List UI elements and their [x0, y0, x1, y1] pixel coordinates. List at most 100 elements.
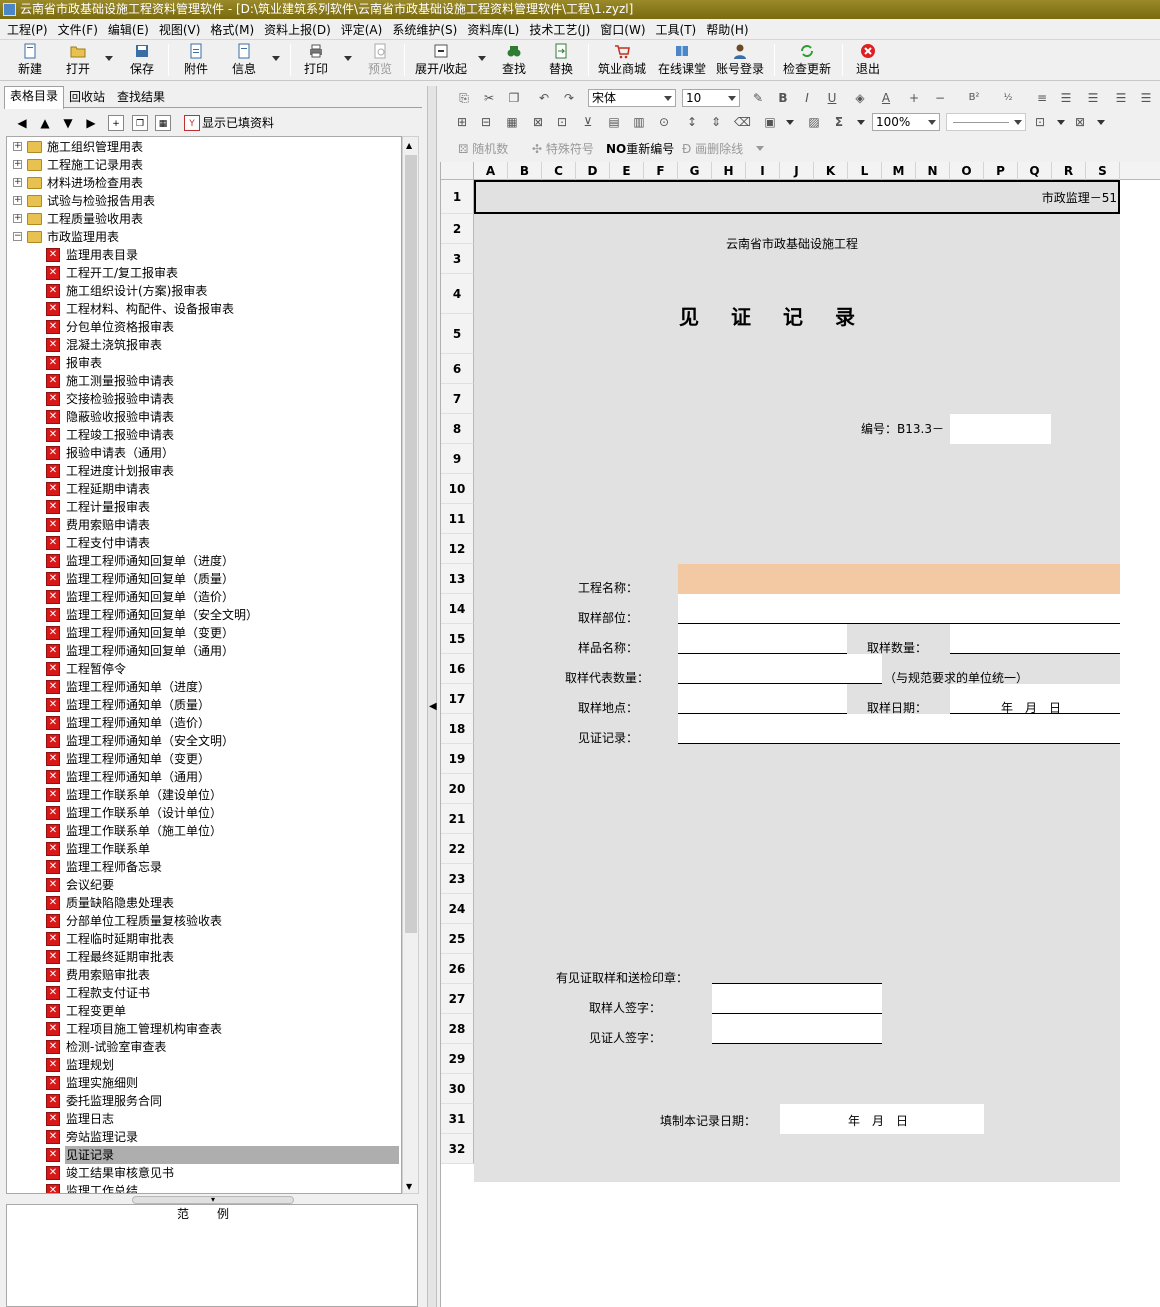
row-height-icon[interactable]: ↕ — [684, 114, 700, 130]
paste-icon[interactable]: ⎘ — [456, 90, 472, 106]
expand-icon[interactable]: + — [13, 196, 22, 205]
scroll-down-icon[interactable]: ▼ — [406, 1182, 412, 1191]
tree-item[interactable]: ✕ 监理日志 — [7, 1110, 399, 1128]
row-header[interactable]: 32 — [441, 1134, 474, 1164]
redo-icon[interactable]: ↷ — [561, 90, 577, 106]
arrow-right-icon[interactable]: ▶ — [83, 115, 99, 131]
check-update-button[interactable]: 检查更新 — [781, 43, 833, 79]
online-class-button[interactable]: 在线课堂 — [656, 43, 708, 79]
tree-item[interactable]: ✕ 工程支付申请表 — [7, 534, 399, 552]
print-dropdown-icon[interactable] — [344, 56, 352, 61]
tab-recycle-bin[interactable]: 回收站 — [64, 88, 110, 108]
column-header[interactable]: O — [950, 162, 984, 180]
info-dropdown-icon[interactable] — [272, 56, 280, 61]
brush-icon[interactable]: ✎ — [750, 90, 766, 106]
menu-item[interactable]: 评定(A) — [336, 21, 388, 38]
attach-button[interactable]: 附件 — [180, 43, 212, 79]
row-header[interactable]: 31 — [441, 1104, 474, 1134]
row-header[interactable]: 18 — [441, 714, 474, 744]
tree-item[interactable]: ✕ 监理工作联系单 — [7, 840, 399, 858]
row-header[interactable]: 20 — [441, 774, 474, 804]
tree-item[interactable]: ✕ 监理工程师通知单（安全文明） — [7, 732, 399, 750]
column-header[interactable]: C — [542, 162, 576, 180]
sample-name-input[interactable] — [678, 624, 847, 654]
rep-qty-input[interactable] — [678, 654, 882, 684]
row-header[interactable]: 13 — [441, 564, 474, 594]
column-header[interactable]: P — [984, 162, 1018, 180]
justify-icon[interactable]: ☰ — [1138, 90, 1154, 106]
strike-dropdown-icon[interactable] — [756, 146, 764, 151]
mall-button[interactable]: 筑业商城 — [596, 43, 648, 79]
row-header[interactable]: 6 — [441, 354, 474, 384]
tree-item[interactable]: ✕ 监理工作联系单（施工单位） — [7, 822, 399, 840]
column-header[interactable]: Q — [1018, 162, 1052, 180]
underline-icon[interactable]: U — [824, 90, 840, 106]
sample-qty-input[interactable] — [950, 624, 1120, 654]
row-header[interactable]: 4 — [441, 274, 474, 314]
cut-icon[interactable]: ✂ — [481, 90, 497, 106]
row-header[interactable]: 30 — [441, 1074, 474, 1104]
column-header[interactable]: D — [576, 162, 610, 180]
delete-row-icon[interactable]: − — [932, 90, 948, 106]
align-center-icon[interactable]: ☰ — [1085, 90, 1101, 106]
tree-item[interactable]: ✕ 工程临时延期审批表 — [7, 930, 399, 948]
delete-col-icon[interactable]: ⊡ — [554, 114, 570, 130]
tree-item[interactable]: ✕ 分部单位工程质量复核验收表 — [7, 912, 399, 930]
col-width-icon[interactable]: ⇕ — [708, 114, 724, 130]
collapse-icon[interactable]: − — [13, 232, 22, 241]
panel-divider[interactable]: ◀ — [427, 86, 437, 1307]
menu-item[interactable]: 系统维护(S) — [387, 21, 462, 38]
sampler-sign-input[interactable] — [712, 984, 882, 1014]
tree-item[interactable]: ✕ 监理工程师通知回复单（变更） — [7, 624, 399, 642]
tree-item[interactable]: ✕ 监理用表目录 — [7, 246, 399, 264]
tree-item[interactable]: ✕ 旁站监理记录 — [7, 1128, 399, 1146]
tree-item[interactable]: ✕ 监理实施细则 — [7, 1074, 399, 1092]
sheet-corner[interactable] — [441, 162, 474, 180]
font-select[interactable]: 宋体 — [588, 89, 676, 107]
row-header[interactable]: 29 — [441, 1044, 474, 1074]
bold-icon[interactable]: B — [775, 90, 791, 106]
column-header[interactable]: I — [746, 162, 780, 180]
menu-item[interactable]: 文件(F) — [53, 21, 103, 38]
column-header[interactable]: E — [610, 162, 644, 180]
project-name-input[interactable] — [678, 564, 1120, 594]
preview-button[interactable]: 预览 — [364, 43, 396, 79]
special-symbol-button[interactable]: ✣ 特殊符号 — [532, 140, 594, 157]
row-header[interactable]: 22 — [441, 834, 474, 864]
table-view-icon[interactable]: ▦ — [155, 115, 171, 131]
add-table-icon[interactable]: + — [108, 115, 124, 131]
column-header[interactable]: B — [508, 162, 542, 180]
tree-item[interactable]: ✕ 工程款支付证书 — [7, 984, 399, 1002]
tree-item[interactable]: ✕ 监理工程师通知单（造价） — [7, 714, 399, 732]
panel-splitter[interactable]: ▾ — [132, 1196, 294, 1204]
sum-icon[interactable]: Σ — [831, 114, 847, 130]
copy-table-icon[interactable]: ❐ — [132, 115, 148, 131]
tree-item[interactable]: ✕ 会议纪要 — [7, 876, 399, 894]
tree-item[interactable]: ✕ 工程延期申请表 — [7, 480, 399, 498]
expand-dropdown-icon[interactable] — [478, 56, 486, 61]
expand-collapse-button[interactable]: 展开/收起 — [412, 43, 470, 79]
tree-item[interactable]: ✕ 施工测量报验申请表 — [7, 372, 399, 390]
login-button[interactable]: 账号登录 — [714, 43, 766, 79]
tree-item[interactable]: ✕ 工程变更单 — [7, 1002, 399, 1020]
tree-item[interactable]: ✕ 监理工作总结 — [7, 1182, 399, 1193]
menu-item[interactable]: 工程(P) — [2, 21, 53, 38]
collapse-arrow-icon[interactable]: ◀ — [429, 701, 437, 712]
menu-item[interactable]: 资料上报(D) — [259, 21, 336, 38]
tree-item[interactable]: ✕ 监理工程师通知回复单（进度） — [7, 552, 399, 570]
tree-item[interactable]: ✕ 质量缺陷隐患处理表 — [7, 894, 399, 912]
tree-item[interactable]: ✕ 监理工程师通知单（通用） — [7, 768, 399, 786]
cell-code[interactable] — [474, 180, 1120, 214]
tree-item[interactable]: ✕ 报验申请表（通用） — [7, 444, 399, 462]
tree-item[interactable]: ✕ 检测-试验室审查表 — [7, 1038, 399, 1056]
tree-item[interactable]: ✕ 监理工程师通知回复单（通用） — [7, 642, 399, 660]
row-header[interactable]: 24 — [441, 894, 474, 924]
new-button[interactable]: 新建 — [14, 43, 46, 79]
row-header[interactable]: 28 — [441, 1014, 474, 1044]
row-header[interactable]: 14 — [441, 594, 474, 624]
split-cells-icon[interactable]: ⊟ — [478, 114, 494, 130]
menu-item[interactable]: 窗口(W) — [595, 21, 650, 38]
align-right-icon[interactable]: ☰ — [1113, 90, 1129, 106]
tree-item[interactable]: ✕ 费用索赔申请表 — [7, 516, 399, 534]
row-header[interactable]: 15 — [441, 624, 474, 654]
